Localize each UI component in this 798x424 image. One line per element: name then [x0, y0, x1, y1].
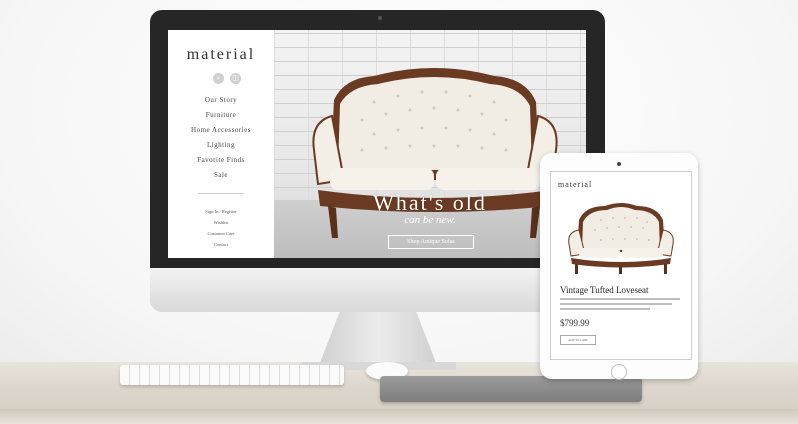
- keyboard: [120, 365, 344, 385]
- nav-lighting[interactable]: Lighting: [168, 141, 274, 149]
- shop-antique-sofas-button[interactable]: Shop Antique Sofas: [388, 235, 474, 249]
- product-description: [560, 298, 680, 313]
- monitor-chin: [150, 268, 605, 312]
- desktop-screen: material ⌕ ◫ Our Story Furniture Home Ac…: [168, 30, 586, 258]
- nav-furniture[interactable]: Furniture: [168, 111, 274, 119]
- tablet-product-image: [568, 203, 674, 274]
- product-price: $799.99: [560, 318, 590, 328]
- trackpad: [380, 376, 642, 402]
- tablet-camera: [617, 162, 621, 166]
- subnav-sign-in[interactable]: Sign In / Register: [168, 209, 274, 214]
- tablet-site-logo[interactable]: material: [558, 180, 592, 189]
- monitor-camera: [378, 16, 382, 20]
- cart-icon[interactable]: ◫: [230, 73, 241, 84]
- tablet-home-button: [611, 364, 627, 380]
- desk-edge: [0, 409, 798, 424]
- subnav-customer-care[interactable]: Customer Care: [168, 231, 274, 236]
- add-to-cart-button[interactable]: ADD TO CART: [560, 335, 596, 345]
- nav-sale[interactable]: Sale: [168, 171, 274, 179]
- nav-favorite-finds[interactable]: Favorite Finds: [168, 156, 274, 164]
- site-logo[interactable]: material: [168, 46, 274, 64]
- search-icon[interactable]: ⌕: [213, 73, 224, 84]
- product-title: Vintage Tufted Loveseat: [560, 285, 649, 295]
- nav-home-accessories[interactable]: Home Accessories: [168, 126, 274, 134]
- nav-our-story[interactable]: Our Story: [168, 96, 274, 104]
- subnav-contact[interactable]: Contact: [168, 242, 274, 247]
- tablet-screen: material Vintage Tufted Loveseat $799.99…: [550, 171, 692, 360]
- subnav-wishlist[interactable]: Wishlist: [168, 220, 274, 225]
- sidebar: material ⌕ ◫ Our Story Furniture Home Ac…: [168, 30, 274, 258]
- sidebar-divider: [198, 193, 244, 194]
